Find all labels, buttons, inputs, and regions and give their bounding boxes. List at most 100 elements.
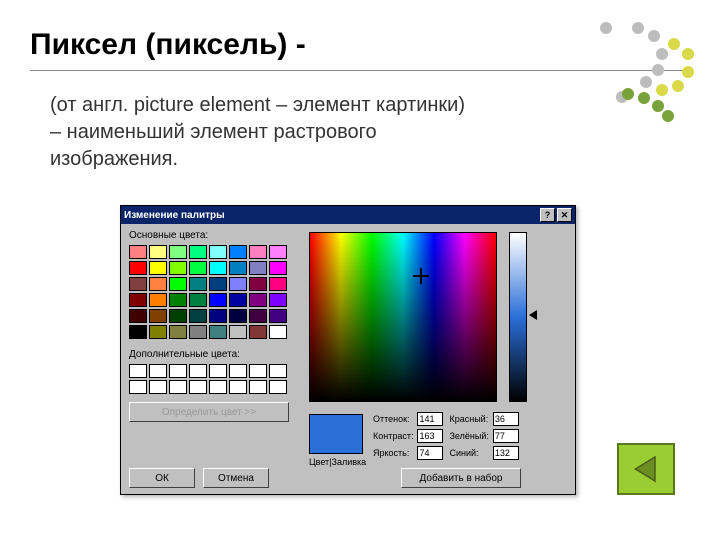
sat-input[interactable] [417, 429, 443, 443]
green-input[interactable] [493, 429, 519, 443]
color-swatch[interactable] [229, 293, 247, 307]
custom-color-slot[interactable] [149, 380, 167, 394]
decor-dot [622, 88, 634, 100]
define-color-button[interactable]: Определить цвет >> [129, 402, 289, 422]
color-swatch[interactable] [149, 325, 167, 339]
color-swatch[interactable] [209, 261, 227, 275]
color-preview-label: Цвет|Заливка [309, 457, 366, 467]
color-swatch[interactable] [249, 277, 267, 291]
decor-dot [656, 84, 668, 96]
luminosity-slider[interactable] [509, 232, 527, 402]
custom-color-slot[interactable] [169, 364, 187, 378]
cancel-button[interactable]: Отмена [203, 468, 269, 488]
color-swatch[interactable] [189, 277, 207, 291]
color-swatch[interactable] [169, 245, 187, 259]
color-swatch[interactable] [269, 245, 287, 259]
color-swatch[interactable] [209, 293, 227, 307]
color-swatch[interactable] [249, 309, 267, 323]
color-swatch[interactable] [149, 309, 167, 323]
back-button[interactable] [617, 443, 675, 495]
color-swatch[interactable] [149, 277, 167, 291]
color-swatch[interactable] [229, 325, 247, 339]
slide-title: Пиксел (пиксель) - [30, 28, 306, 62]
custom-color-slot[interactable] [189, 380, 207, 394]
decor-dot [632, 22, 644, 34]
color-swatch[interactable] [249, 261, 267, 275]
color-swatch[interactable] [149, 245, 167, 259]
lum-label: Яркость: [373, 448, 413, 458]
luminosity-pointer-icon[interactable] [529, 310, 537, 320]
blue-input[interactable] [493, 446, 519, 460]
color-gradient[interactable] [309, 232, 497, 402]
color-swatch[interactable] [269, 325, 287, 339]
crosshair-icon [416, 271, 426, 281]
color-swatch[interactable] [169, 293, 187, 307]
custom-color-slot[interactable] [229, 380, 247, 394]
color-swatch[interactable] [149, 261, 167, 275]
color-swatch[interactable] [169, 277, 187, 291]
decor-dot [652, 64, 664, 76]
decor-dot [656, 48, 668, 60]
color-swatch[interactable] [209, 325, 227, 339]
ok-button[interactable]: ОК [129, 468, 195, 488]
hue-input[interactable] [417, 412, 443, 426]
custom-color-slot[interactable] [249, 364, 267, 378]
color-swatch[interactable] [269, 261, 287, 275]
red-input[interactable] [493, 412, 519, 426]
red-label: Красный: [449, 414, 488, 424]
color-swatch[interactable] [249, 245, 267, 259]
custom-color-slot[interactable] [209, 364, 227, 378]
decor-dot [652, 100, 664, 112]
color-swatch[interactable] [249, 293, 267, 307]
custom-color-slot[interactable] [129, 380, 147, 394]
color-swatch[interactable] [209, 309, 227, 323]
custom-color-slot[interactable] [149, 364, 167, 378]
color-swatch[interactable] [129, 245, 147, 259]
color-swatch[interactable] [269, 277, 287, 291]
decor-dot [638, 92, 650, 104]
color-swatch[interactable] [129, 293, 147, 307]
decor-dot [668, 38, 680, 50]
decor-dot [682, 48, 694, 60]
color-swatch[interactable] [129, 261, 147, 275]
decor-dot [662, 110, 674, 122]
color-swatch[interactable] [149, 293, 167, 307]
custom-color-slot[interactable] [269, 380, 287, 394]
color-swatch[interactable] [229, 277, 247, 291]
color-swatch[interactable] [229, 309, 247, 323]
color-swatch[interactable] [189, 293, 207, 307]
custom-color-slot[interactable] [269, 364, 287, 378]
color-swatch[interactable] [209, 277, 227, 291]
color-swatch[interactable] [229, 245, 247, 259]
color-swatch[interactable] [189, 325, 207, 339]
color-swatch[interactable] [189, 245, 207, 259]
help-button[interactable]: ? [540, 208, 555, 222]
custom-color-slot[interactable] [229, 364, 247, 378]
custom-color-slot[interactable] [129, 364, 147, 378]
value-grid: Оттенок: Красный: Контраст: Зелёный: Ярк… [373, 412, 521, 460]
color-swatch[interactable] [169, 309, 187, 323]
color-swatch[interactable] [209, 245, 227, 259]
title-underline [30, 70, 690, 71]
color-swatch[interactable] [269, 309, 287, 323]
color-swatch[interactable] [269, 293, 287, 307]
color-swatch[interactable] [249, 325, 267, 339]
custom-color-slot[interactable] [249, 380, 267, 394]
color-swatch[interactable] [169, 325, 187, 339]
dialog-titlebar[interactable]: Изменение палитры ? ✕ [121, 206, 575, 224]
custom-color-slot[interactable] [209, 380, 227, 394]
custom-color-slot[interactable] [189, 364, 207, 378]
color-swatch[interactable] [169, 261, 187, 275]
color-dialog: Изменение палитры ? ✕ Основные цвета: До… [120, 205, 576, 495]
lum-input[interactable] [417, 446, 443, 460]
color-swatch[interactable] [189, 261, 207, 275]
color-swatch[interactable] [129, 309, 147, 323]
blue-label: Синий: [449, 448, 488, 458]
color-swatch[interactable] [229, 261, 247, 275]
color-swatch[interactable] [129, 277, 147, 291]
color-swatch[interactable] [189, 309, 207, 323]
add-to-custom-button[interactable]: Добавить в набор [401, 468, 521, 488]
custom-color-slot[interactable] [169, 380, 187, 394]
color-swatch[interactable] [129, 325, 147, 339]
close-button[interactable]: ✕ [557, 208, 572, 222]
